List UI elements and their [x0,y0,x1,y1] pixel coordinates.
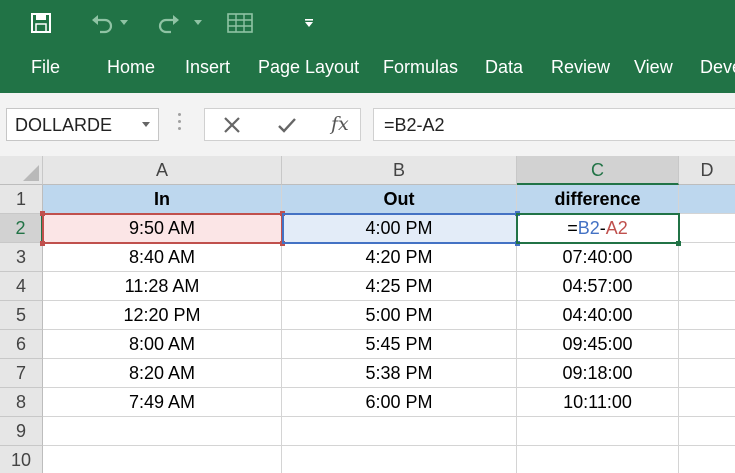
undo-dropdown-icon[interactable] [118,8,130,38]
ref-a2-handle[interactable] [40,211,45,216]
tab-view[interactable]: View [634,57,673,78]
cell-d2[interactable] [679,214,735,243]
redo-dropdown-icon[interactable] [192,8,204,38]
formula-text: =B2-A2 [384,115,445,135]
row-header-3[interactable]: 3 [0,243,43,272]
enter-icon[interactable] [277,116,297,139]
cell-d7[interactable] [679,359,735,388]
name-box-dropdown-icon[interactable] [142,122,150,127]
ribbon-tabs: File Home Insert Page Layout Formulas Da… [0,46,735,93]
tab-home[interactable]: Home [107,57,155,78]
quick-access-toolbar [0,0,735,46]
cell-b4[interactable]: 4:25 PM [282,272,517,301]
fill-handle[interactable] [676,241,681,246]
tab-data[interactable]: Data [485,57,523,78]
cell-a9[interactable] [43,417,282,446]
cell-c4[interactable]: 04:57:00 [517,272,679,301]
cell-a1[interactable]: In [43,185,282,214]
cell-d1[interactable] [679,185,735,214]
tab-developer[interactable]: Deve [700,57,735,78]
formula-bar-area: DOLLARDE fx =B2-A2 [0,93,735,156]
row-header-10[interactable]: 10 [0,446,43,473]
tab-file[interactable]: File [31,57,60,78]
cell-c9[interactable] [517,417,679,446]
worksheet-grid: A B C D 1 2 3 4 5 6 7 8 9 10 In Out diff… [0,156,735,473]
redo-icon[interactable] [155,8,183,38]
cell-b7[interactable]: 5:38 PM [282,359,517,388]
save-icon[interactable] [26,8,56,38]
tab-insert[interactable]: Insert [185,57,230,78]
cell-d9[interactable] [679,417,735,446]
row-header-1[interactable]: 1 [0,185,43,214]
cell-d10[interactable] [679,446,735,473]
cell-b8[interactable]: 6:00 PM [282,388,517,417]
select-all-button[interactable] [0,156,43,185]
cell-c1[interactable]: difference [517,185,679,214]
cell-b5[interactable]: 5:00 PM [282,301,517,330]
column-header-d[interactable]: D [679,156,735,185]
ref-a2-handle[interactable] [40,241,45,246]
tab-formulas[interactable]: Formulas [383,57,458,78]
cell-c8[interactable]: 10:11:00 [517,388,679,417]
column-header-b[interactable]: B [282,156,517,185]
formula-buttons: fx [204,108,361,141]
cell-a7[interactable]: 8:20 AM [43,359,282,388]
row-header-4[interactable]: 4 [0,272,43,301]
formula-bar-splitter[interactable] [178,113,182,135]
cell-a5[interactable]: 12:20 PM [43,301,282,330]
reference-highlight-a2 [42,213,283,244]
cell-c6[interactable]: 09:45:00 [517,330,679,359]
name-box[interactable]: DOLLARDE [6,108,159,141]
column-header-c[interactable]: C [517,156,679,185]
row-header-5[interactable]: 5 [0,301,43,330]
cell-d3[interactable] [679,243,735,272]
cell-b1[interactable]: Out [282,185,517,214]
ribbon: File Home Insert Page Layout Formulas Da… [0,0,735,93]
cell-d4[interactable] [679,272,735,301]
cell-c7[interactable]: 09:18:00 [517,359,679,388]
row-header-7[interactable]: 7 [0,359,43,388]
active-cell-border [516,213,680,244]
row-header-6[interactable]: 6 [0,330,43,359]
cell-c3[interactable]: 07:40:00 [517,243,679,272]
cell-d8[interactable] [679,388,735,417]
row-header-2[interactable]: 2 [0,214,43,243]
row-header-8[interactable]: 8 [0,388,43,417]
cell-c5[interactable]: 04:40:00 [517,301,679,330]
cell-a6[interactable]: 8:00 AM [43,330,282,359]
column-header-a[interactable]: A [43,156,282,185]
reference-highlight-b2 [282,213,518,244]
tab-review[interactable]: Review [551,57,610,78]
tab-page-layout[interactable]: Page Layout [258,57,359,78]
cell-b6[interactable]: 5:45 PM [282,330,517,359]
cell-b3[interactable]: 4:20 PM [282,243,517,272]
cell-a3[interactable]: 8:40 AM [43,243,282,272]
form-icon[interactable] [225,8,255,38]
cancel-icon[interactable] [223,116,241,139]
cell-a4[interactable]: 11:28 AM [43,272,282,301]
insert-function-icon[interactable]: fx [331,113,349,135]
row-header-9[interactable]: 9 [0,417,43,446]
cell-a10[interactable] [43,446,282,473]
name-box-value: DOLLARDE [15,115,113,135]
cell-d6[interactable] [679,330,735,359]
cell-d5[interactable] [679,301,735,330]
customize-icon[interactable] [302,8,316,38]
undo-icon[interactable] [88,8,116,38]
cell-b10[interactable] [282,446,517,473]
formula-input[interactable]: =B2-A2 [373,108,735,141]
cell-b9[interactable] [282,417,517,446]
cell-c10[interactable] [517,446,679,473]
cell-a8[interactable]: 7:49 AM [43,388,282,417]
